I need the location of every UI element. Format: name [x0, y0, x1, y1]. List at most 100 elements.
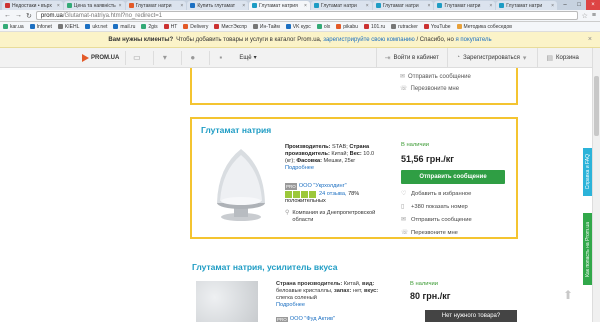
bookmark-icon: [85, 24, 91, 29]
more-details-link[interactable]: Подробнее: [285, 165, 314, 171]
browser-tab[interactable]: Глутамат натри ×: [372, 1, 434, 10]
catalog-kids-icon[interactable]: ●: [181, 50, 203, 65]
p2-country-value: Китай,: [343, 281, 361, 287]
bookmark-item[interactable]: Infonet: [29, 24, 52, 30]
browser-tab[interactable]: Глутамат натри ×: [310, 1, 372, 10]
company-link[interactable]: ООО "Укрхолдинг": [299, 183, 347, 190]
bookmark-item[interactable]: Методика собеседов: [456, 24, 512, 30]
browser-tab[interactable]: Глутамат натрия ×: [249, 1, 310, 10]
bookmark-item[interactable]: kar.ua: [3, 24, 24, 30]
minimize-icon[interactable]: –: [558, 0, 572, 10]
tab-label: Глутамат натри: [135, 2, 172, 9]
browser-tab[interactable]: Глутамат натри ×: [434, 1, 496, 10]
browser-tab[interactable]: Глутамат натри ×: [125, 1, 187, 10]
bookmark-item[interactable]: KIEHL: [57, 24, 79, 30]
send-message-button[interactable]: Отправить сообщение: [401, 170, 505, 184]
prom-logo[interactable]: PROM.UA: [82, 53, 119, 62]
card-call-me-link[interactable]: ☏ Перезвоните мне: [401, 229, 513, 237]
bookmark-item[interactable]: HT: [163, 24, 177, 30]
bookmark-item[interactable]: pikabu: [336, 24, 358, 30]
forward-icon[interactable]: →: [15, 12, 22, 19]
browser-tab[interactable]: Глутамат натри ×: [496, 1, 558, 10]
reload-icon[interactable]: ↻: [26, 12, 32, 20]
producer-value: STAB;: [332, 144, 348, 150]
bookmark-icon: [363, 24, 369, 29]
show-phone-link[interactable]: ▯ +380 показать номер: [401, 203, 513, 211]
browser-tab[interactable]: Купить глутамат ×: [187, 1, 249, 10]
tab-close-icon[interactable]: ×: [489, 3, 492, 9]
product2-image[interactable]: [196, 281, 258, 322]
faq-ribbon[interactable]: Справка и FAQ: [583, 148, 592, 196]
tab-favicon-icon: [375, 3, 381, 8]
url-input[interactable]: prom.ua/Glutamat-natriya.html?no_redirec…: [35, 11, 578, 20]
bookmark-item[interactable]: YouTube: [423, 24, 451, 30]
bookmark-label: ukr.net: [92, 23, 108, 30]
maximize-icon[interactable]: □: [572, 0, 586, 10]
bookmark-icon: [391, 24, 397, 29]
positive-label: положительных: [285, 198, 326, 204]
window-controls: – □ ×: [558, 0, 600, 10]
rating-bar: [301, 191, 308, 198]
close-window-icon[interactable]: ×: [586, 0, 600, 10]
howto-ribbon-label: Как попасть на Prom.ua: [584, 221, 591, 277]
p2-company-link[interactable]: ООО "Фуд Актив": [290, 316, 335, 322]
product-title-link[interactable]: Глутамат натрия: [201, 125, 271, 135]
login-label: Войти в кабинет: [393, 54, 439, 61]
bookmark-star-icon[interactable]: ☆: [582, 12, 588, 20]
howto-ribbon[interactable]: Как попасть на Prom.ua: [583, 213, 592, 285]
bookmark-label: rutracker: [398, 23, 418, 30]
bookmark-item[interactable]: ukr.net: [85, 24, 107, 30]
bookmark-item[interactable]: Ин-Тайм: [252, 24, 280, 30]
browser-menu-icon[interactable]: ≡: [592, 12, 596, 19]
catalog-car-icon[interactable]: ▭: [125, 50, 147, 65]
product2-title-link[interactable]: Глутамат натрия, усилитель вкуса: [192, 262, 337, 272]
header-more-menu[interactable]: Ещё: [239, 55, 251, 61]
bookmark-item[interactable]: mail.ru: [113, 24, 135, 30]
tab-close-icon[interactable]: ×: [366, 3, 369, 9]
pack-label: Фасовка:: [296, 158, 322, 164]
tab-label: Глутамат натри: [444, 2, 481, 9]
browser-tab[interactable]: Цена та наявність ×: [63, 1, 125, 10]
tab-close-icon[interactable]: ×: [304, 3, 307, 9]
product-image[interactable]: [210, 143, 272, 225]
scroll-to-top-icon[interactable]: ⬆: [561, 288, 575, 302]
scrollbar-thumb[interactable]: [594, 76, 599, 136]
envelope-icon: ✉: [400, 74, 406, 80]
seller-notice-bar: Вам нужны клиенты? Чтобы добавить товары…: [0, 32, 600, 48]
browser-tab[interactable]: Недостаки • върх ×: [2, 1, 63, 10]
catalog-clothes-icon[interactable]: ▾: [153, 50, 175, 65]
bookmark-item[interactable]: VK курс: [285, 24, 311, 30]
notice-close-icon[interactable]: ×: [588, 36, 592, 43]
bookmark-item[interactable]: olx: [316, 24, 330, 30]
tab-close-icon[interactable]: ×: [119, 3, 122, 9]
bookmark-item[interactable]: rutracker: [391, 24, 418, 30]
register-company-link[interactable]: зарегистрируйте свою компанию: [323, 37, 415, 43]
call-me-link[interactable]: ☏ Перезвоните мне: [400, 85, 459, 93]
login-button[interactable]: ⇥ Войти в кабинет: [375, 47, 447, 68]
bookmark-item[interactable]: Delivery: [183, 24, 208, 30]
page-scrollbar[interactable]: [592, 48, 600, 322]
tab-close-icon[interactable]: ×: [428, 3, 431, 9]
cart-button[interactable]: ▤ Корзина: [537, 47, 586, 68]
add-favorite-link[interactable]: ♡ Добавить в избранное: [401, 190, 513, 198]
tab-close-icon[interactable]: ×: [551, 3, 554, 9]
bookmark-item[interactable]: 101.ru: [363, 24, 385, 30]
tab-close-icon[interactable]: ×: [242, 3, 245, 9]
reviews-link[interactable]: 24 отзыва,: [319, 191, 347, 198]
back-icon[interactable]: ←: [4, 12, 11, 19]
card-call-me-label: Перезвоните мне: [411, 229, 458, 236]
tab-close-icon[interactable]: ×: [180, 3, 183, 9]
tab-favicon-icon: [190, 3, 196, 8]
catalog-tools-icon[interactable]: ▪: [209, 50, 231, 65]
tab-close-icon[interactable]: ×: [57, 3, 60, 9]
bookmark-item[interactable]: МистЭкспр: [214, 24, 247, 30]
cart-icon: ▤: [546, 54, 554, 62]
bookmark-item[interactable]: 2gis: [141, 24, 158, 30]
i-am-buyer-link[interactable]: я покупатель: [456, 37, 492, 43]
register-button[interactable]: ◔ Зарегистрироваться ▾: [446, 47, 537, 68]
need-product-bar[interactable]: Нет нужного товара?: [425, 310, 517, 322]
bookmarks-bar: kar.ua Infonet KIEHL ukr.net mail.ru 2gis HT De…: [0, 22, 600, 32]
send-message-link[interactable]: ✉ Отправить сообщение: [400, 73, 471, 81]
card-send-message-link[interactable]: ✉ Отправить сообщение: [401, 216, 513, 224]
p2-more-link[interactable]: Подробнее: [276, 302, 305, 308]
